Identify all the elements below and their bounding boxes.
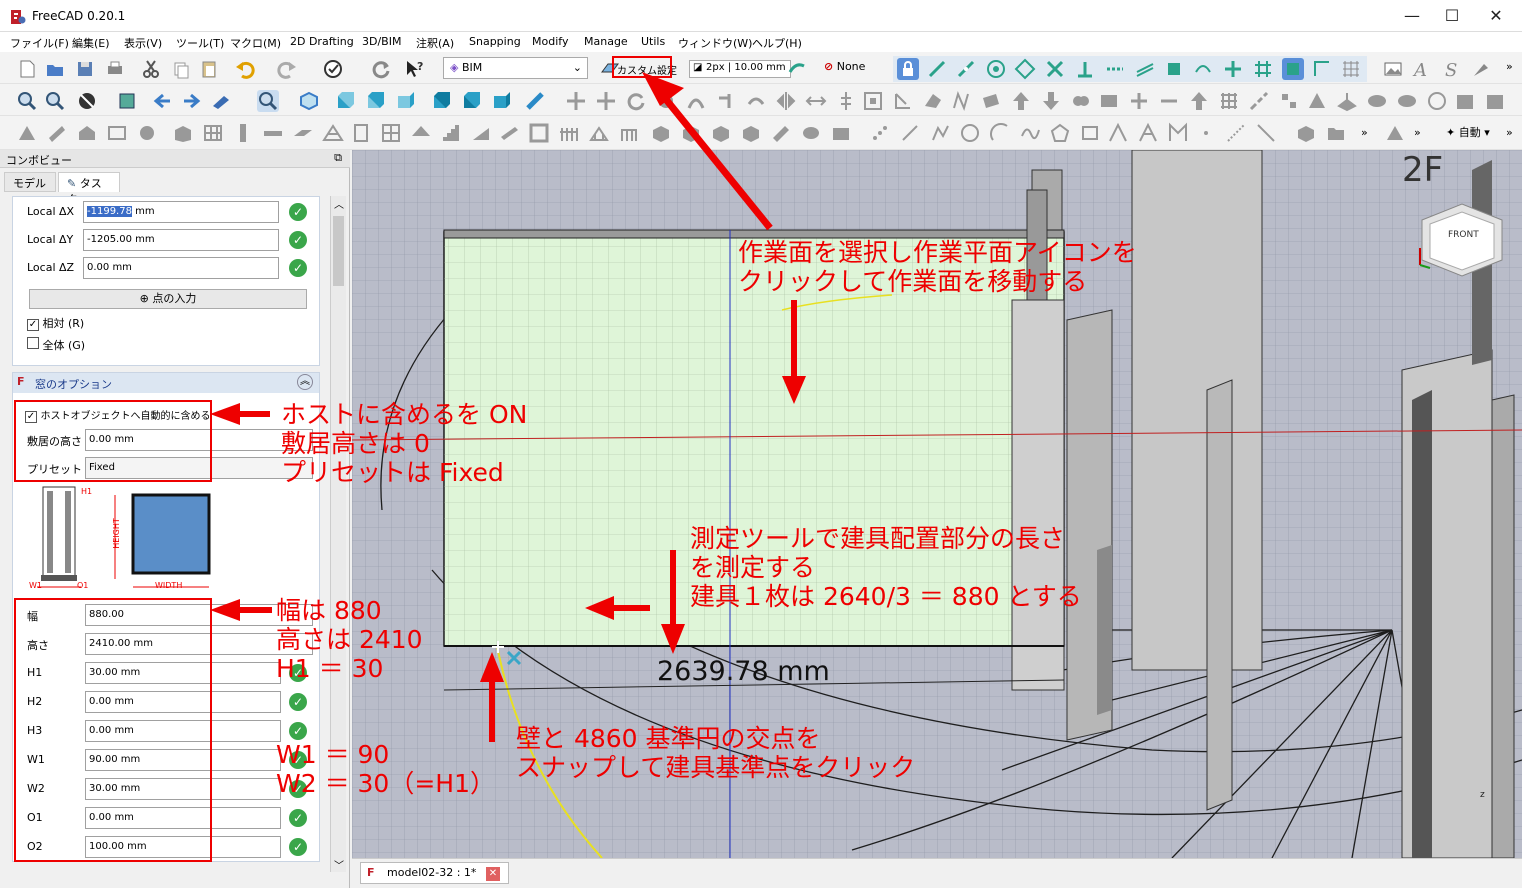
annotation-snap-point: 壁と 4860 基準円の交点を スナップして建具基準点をクリック	[516, 724, 916, 782]
annotation-w-values: W1 ＝ 90 W2 ＝ 30（=H1）	[276, 740, 495, 798]
annotation-measure: 測定ツールで建具配置部分の長さ を測定する 建具１枚は 2640/3 ＝ 880…	[690, 524, 1082, 611]
annotation-working-plane: 作業面を選択し作業平面アイコンを クリックして作業面を移動する	[738, 238, 1137, 296]
annotation-size: 幅は 880 高さは 2410 H1 ＝ 30	[276, 596, 423, 683]
annotation-host-options: ホストに含めるを ON 敷居高さは 0 プリセットは Fixed	[281, 400, 528, 487]
